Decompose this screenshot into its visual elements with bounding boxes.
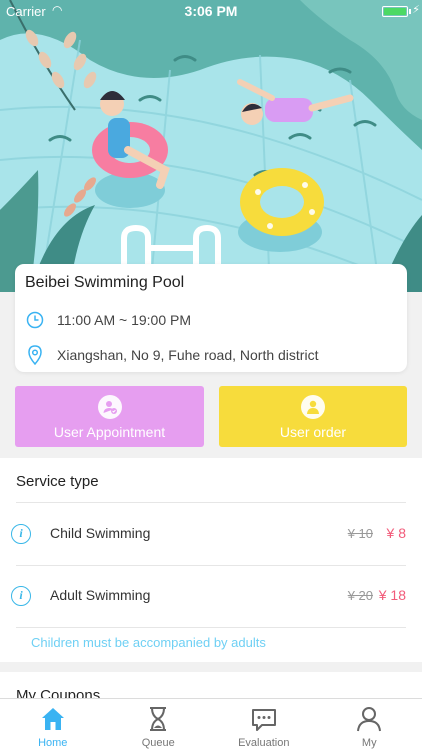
opening-hours: 11:00 AM ~ 19:00 PM <box>57 312 191 328</box>
tab-home[interactable]: Home <box>0 699 106 750</box>
bottom-tab-bar: Home Queue Evaluation My <box>0 698 422 750</box>
pool-info-card: Beibei Swimming Pool 11:00 AM ~ 19:00 PM… <box>15 264 407 372</box>
tab-evaluation-label: Evaluation <box>238 737 290 749</box>
user-order-button[interactable]: User order <box>219 386 407 447</box>
service-type-title: Service type <box>16 473 99 490</box>
service-row-adult[interactable]: i Adult Swimming ¥ 20 ¥ 18 <box>0 565 422 627</box>
chat-bubble-icon <box>250 705 278 733</box>
location-pin-icon <box>25 345 45 365</box>
info-icon: i <box>11 586 31 606</box>
info-icon: i <box>11 524 31 544</box>
address: Xiangshan, No 9, Fuhe road, North distri… <box>57 347 319 363</box>
clock-icon <box>25 310 45 330</box>
tab-home-label: Home <box>38 737 68 749</box>
opening-hours-row: 11:00 AM ~ 19:00 PM <box>25 310 191 330</box>
clock: 3:06 PM <box>184 3 238 19</box>
tab-queue-label: Queue <box>141 737 175 749</box>
original-price: ¥ 10 <box>347 526 373 541</box>
user-appointment-button[interactable]: User Appointment <box>15 386 204 447</box>
tab-my[interactable]: My <box>317 699 422 750</box>
user-order-label: User order <box>279 424 347 440</box>
tab-my-label: My <box>361 737 377 749</box>
status-bar: Carrier ◠ 3:06 PM ⚡ <box>0 0 422 22</box>
service-name: Child Swimming <box>50 525 151 541</box>
original-price: ¥ 20 <box>347 588 373 603</box>
battery-icon <box>382 6 408 17</box>
person-icon <box>355 705 383 733</box>
tab-evaluation[interactable]: Evaluation <box>211 699 317 750</box>
pool-name: Beibei Swimming Pool <box>25 274 185 291</box>
tab-queue[interactable]: Queue <box>106 699 212 750</box>
address-row[interactable]: Xiangshan, No 9, Fuhe road, North distri… <box>25 345 318 365</box>
app-screen: Carrier ◠ 3:06 PM ⚡ Beibei Swimming Pool… <box>0 0 422 750</box>
battery-tip <box>409 9 411 14</box>
service-type-panel: Service type i Child Swimming ¥ 10 ¥ 8 i… <box>0 458 422 662</box>
hero-illustration <box>0 0 422 292</box>
home-icon <box>39 705 67 733</box>
service-note: Children must be accompanied by adults <box>31 635 266 650</box>
pool-illustration <box>0 0 422 292</box>
charging-icon: ⚡ <box>412 4 420 16</box>
hourglass-icon <box>144 705 172 733</box>
discount-price: ¥ 18 <box>378 587 406 603</box>
divider <box>16 627 406 628</box>
user-check-icon <box>97 395 122 419</box>
user-icon <box>301 395 325 419</box>
discount-price: ¥ 8 <box>386 525 406 541</box>
service-row-child[interactable]: i Child Swimming ¥ 10 ¥ 8 <box>0 503 422 565</box>
user-appointment-label: User Appointment <box>53 424 166 440</box>
service-name: Adult Swimming <box>50 587 151 603</box>
